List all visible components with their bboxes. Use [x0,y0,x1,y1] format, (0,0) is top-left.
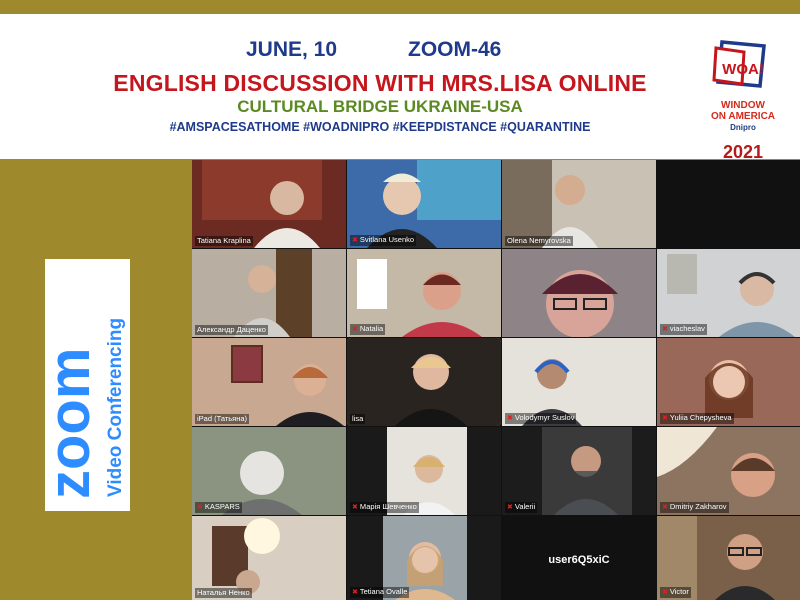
video-tile[interactable]: ✖ Tetiana Ovalle [347,516,501,600]
participant-name: Olena Nemyrovska [505,236,573,246]
woa-mark: WOA! [722,61,764,78]
muted-mic-icon: ✖ [662,326,668,333]
banner-title: ENGLISH DISCUSSION WITH MRS.LISA ONLINE [113,70,647,96]
top-strip [0,0,800,14]
woa-line1: WINDOW [721,100,765,111]
video-tile[interactable]: Tatiana Kraplina [192,160,346,248]
muted-mic-icon: ✖ [197,504,203,511]
participant-name: lisa [350,414,366,424]
participant-name: ✖ Tetiana Ovalle [350,587,410,598]
video-tile-camera-off[interactable]: user6Q5xiC [502,516,656,600]
participant-name: Александр Даценко [195,325,268,335]
muted-mic-icon: ✖ [662,504,668,511]
woa-window-icon: WOA! [712,40,766,88]
participant-name: ✖ Victor [660,587,691,598]
woa-line2: ON AMERICA [710,111,776,122]
video-tile[interactable]: ✖ Yuliia Chepysheva [657,338,800,426]
session-date: JUNE, 10 [246,38,338,61]
participant-name: ✖ Dmitriy Zakharov [660,502,729,513]
woa-city: Dnipro [730,123,756,132]
video-tile[interactable]: Наталья Ненко [192,516,346,600]
muted-mic-icon: ✖ [507,504,513,511]
video-tile[interactable]: ✖ Victor [657,516,800,600]
muted-mic-icon: ✖ [352,326,358,333]
woa-logo: WOA! WINDOW ON AMERICA Dnipro 2021 [700,38,786,168]
participant-name: ✖ KASPARS [195,502,242,513]
muted-mic-icon: ✖ [352,237,358,244]
session-number: ZOOM-46 [408,38,502,61]
participant-name: ✖ Yuliia Chepysheva [660,413,734,424]
zoom-logo: zoom Video Conferencing [37,259,130,511]
video-tile[interactable]: ✖ Natalia [347,249,501,337]
participant-name: Tatiana Kraplina [195,236,253,246]
participant-name: ✖ Valerii [505,502,538,513]
video-tile-active-speaker[interactable]: lisa [347,338,501,426]
video-grid: Tatiana Kraplina ✖ Svitlana Usenko Olena … [192,160,800,600]
video-tile[interactable]: ✖ Svitlana Usenko [347,160,501,248]
video-tile[interactable]: ✖ Dmitriy Zakharov [657,427,800,515]
video-tile[interactable]: ✖ Valerii [502,427,656,515]
participant-name: Наталья Ненко [195,588,252,598]
video-tile[interactable] [502,249,656,337]
video-tile-speaking[interactable]: Александр Даценко [192,249,346,337]
video-tile[interactable]: ✖ Марія Шевченко [347,427,501,515]
zoom-tagline: Video Conferencing [105,318,126,497]
participant-name: ✖ viacheslav [660,324,707,335]
participant-name: ✖ Svitlana Usenko [350,235,417,246]
participant-name-center: user6Q5xiC [548,554,610,566]
banner-hashtags: #AMSPACESATHOME #WOADNIPRO #KEEPDISTANCE… [169,120,591,134]
video-tile[interactable]: iPad (Татьяна) [192,338,346,426]
muted-mic-icon: ✖ [662,415,668,422]
participant-name: ✖ Volodymyr Suslov [505,413,577,424]
banner-subtitle: CULTURAL BRIDGE UKRAINE-USA [237,97,523,116]
zoom-wordmark: zoom [45,348,102,499]
video-tile[interactable]: ✖ Volodymyr Suslov [502,338,656,426]
video-tile[interactable]: ✖ KASPARS [192,427,346,515]
muted-mic-icon: ✖ [662,589,668,596]
participant-name: ✖ Natalia [350,324,386,335]
video-tile[interactable]: ✖ viacheslav [657,249,800,337]
video-tile[interactable]: Olena Nemyrovska [502,160,656,248]
participant-name: ✖ Марія Шевченко [350,502,419,513]
muted-mic-icon: ✖ [507,415,513,422]
muted-mic-icon: ✖ [352,589,358,596]
banner-header: JUNE, 10 ZOOM-46 ENGLISH DISCUSSION WITH… [0,14,800,162]
muted-mic-icon: ✖ [352,504,358,511]
participant-name: iPad (Татьяна) [195,414,250,424]
